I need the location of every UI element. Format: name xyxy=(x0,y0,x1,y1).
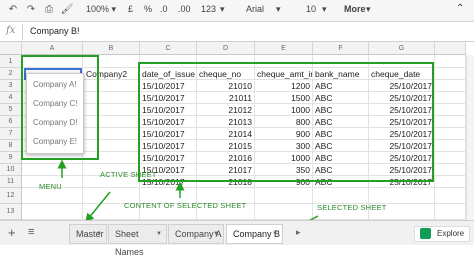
tab-company-b[interactable]: Company B ▼ xyxy=(226,224,283,244)
menu-annotation: MENU xyxy=(39,182,62,191)
active-sheet-annotation: ACTIVE SHEET xyxy=(100,170,157,179)
content-annotation: CONTENT OF SELECTED SHEET xyxy=(124,201,247,210)
tab-sheet-names[interactable]: Sheet Names ▼ xyxy=(108,224,167,257)
tab-master[interactable]: Master ▼ xyxy=(69,224,107,244)
selected-sheet-annotation: SELECTED SHEET xyxy=(317,203,387,212)
tab-caret-icon[interactable]: ▼ xyxy=(156,225,162,243)
sheet-tab-bar: + ≡ Master ▼ Sheet Names ▼ Company A ▼ Comp… xyxy=(0,220,474,257)
scroll-tabs-right-icon[interactable]: ▸ xyxy=(296,227,301,238)
tab-caret-icon[interactable]: ▼ xyxy=(213,225,219,243)
all-sheets-icon[interactable]: ≡ xyxy=(28,226,34,238)
add-sheet-icon[interactable]: + xyxy=(8,225,16,240)
active-sheet-arrow xyxy=(85,191,111,223)
tab-company-a[interactable]: Company A ▼ xyxy=(168,224,224,244)
tab-label: Sheet Names xyxy=(115,229,144,257)
explore-icon xyxy=(420,228,431,239)
explore-button[interactable]: Explore xyxy=(414,226,470,242)
tab-caret-icon[interactable]: ▼ xyxy=(96,225,102,243)
explore-label: Explore xyxy=(437,229,465,238)
tab-caret-icon[interactable]: ▼ xyxy=(272,225,278,243)
